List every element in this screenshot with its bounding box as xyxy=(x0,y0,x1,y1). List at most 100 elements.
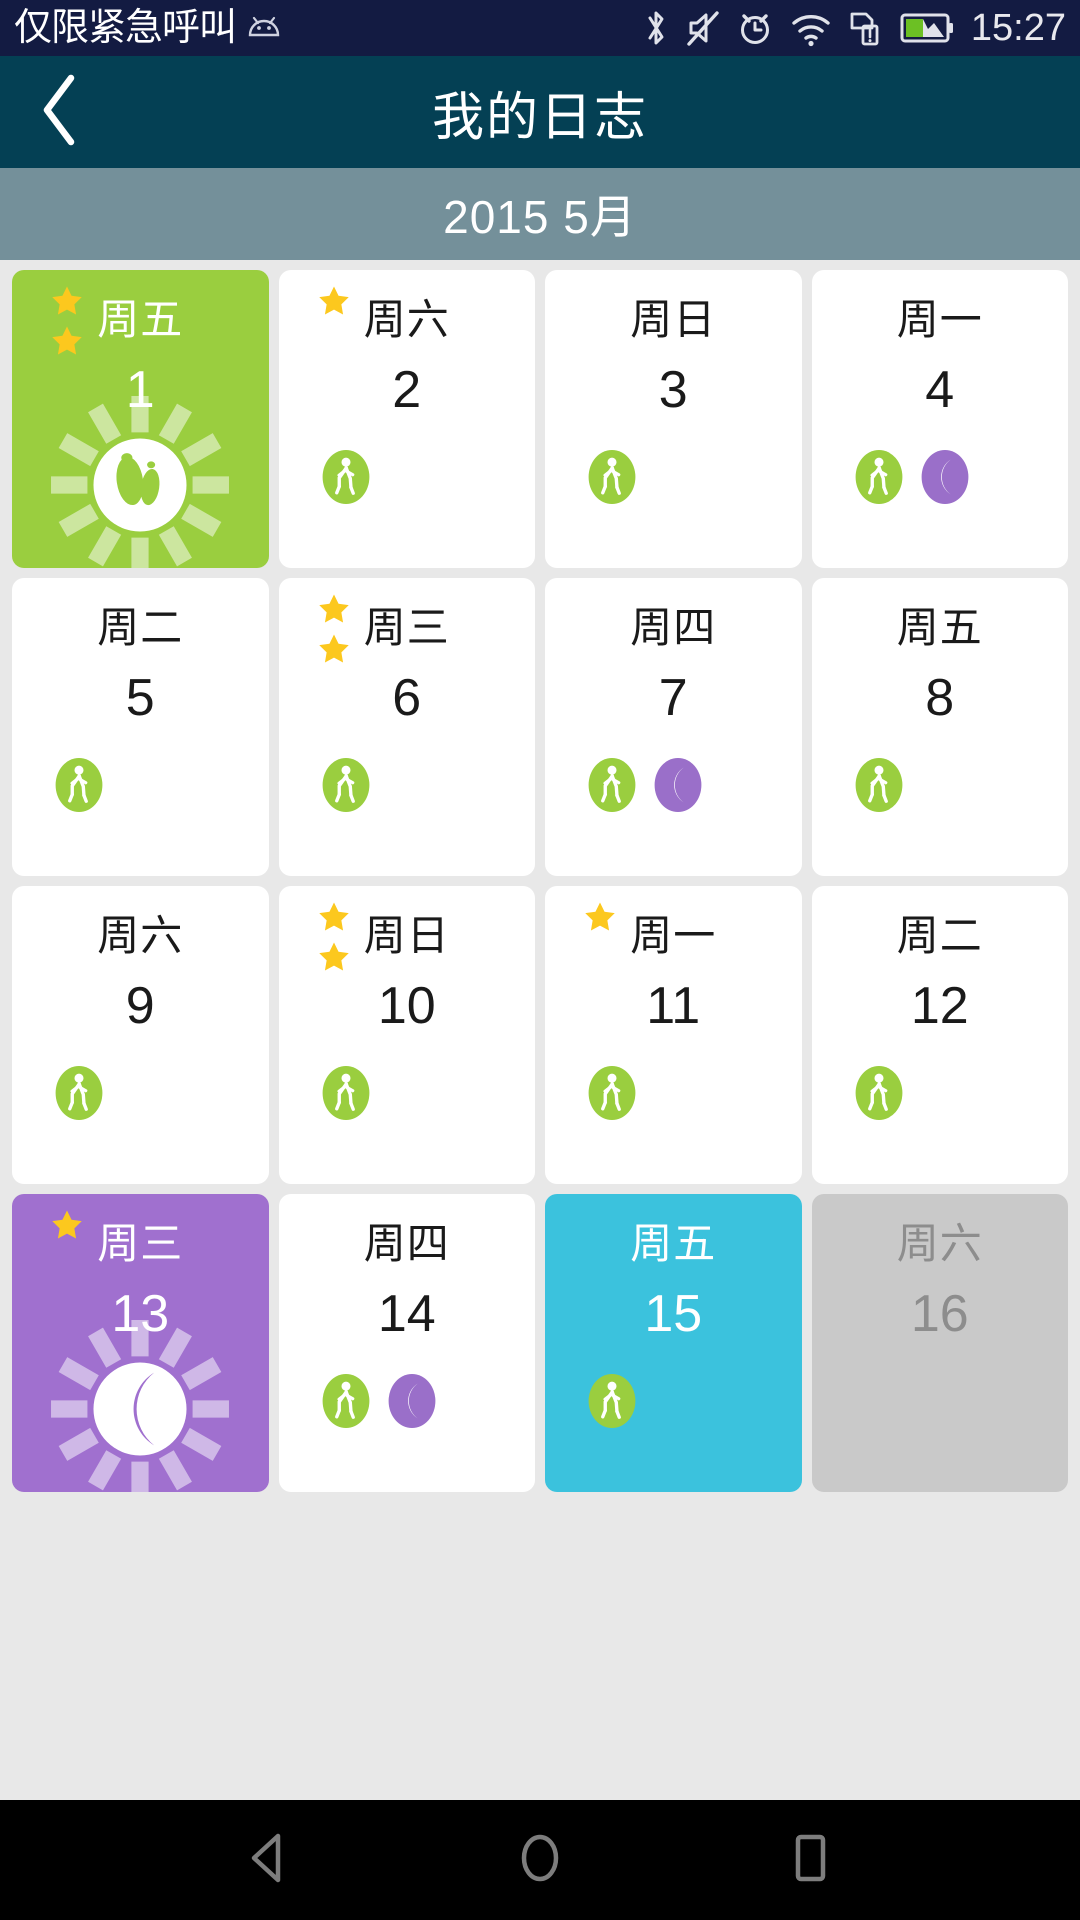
star-icon xyxy=(585,902,615,931)
day-card[interactable]: 周日 3 xyxy=(545,270,802,568)
star-icon xyxy=(318,594,349,623)
nav-home-button[interactable] xyxy=(480,1800,600,1920)
month-bar[interactable]: 2015 5月 xyxy=(0,168,1080,260)
weekday-label: 周日 xyxy=(363,911,450,959)
activity-badges xyxy=(279,1372,536,1430)
weekday-label: 周一 xyxy=(630,911,717,959)
walk-badge-icon xyxy=(588,1374,636,1428)
day-card-header: 周六 xyxy=(812,1194,1069,1286)
day-card[interactable]: 周一 11 xyxy=(545,886,802,1184)
day-card[interactable]: 周五 8 xyxy=(811,578,1069,876)
status-clock: 15:27 xyxy=(970,7,1066,49)
day-card-header: 周五 xyxy=(812,578,1069,670)
weekday-label: 周六 xyxy=(896,1219,983,1267)
back-button[interactable] xyxy=(0,56,120,168)
star-rating xyxy=(317,284,351,318)
day-card-header: 周五 xyxy=(545,1194,802,1286)
day-card[interactable]: 周四 7 xyxy=(545,578,802,876)
walk-badge-icon xyxy=(322,758,369,812)
walk-badge-icon xyxy=(55,1066,103,1120)
day-card[interactable]: 周六 2 xyxy=(278,270,536,568)
weekday-label: 周五 xyxy=(630,1219,717,1267)
walk-badge-icon xyxy=(322,450,369,504)
activity-badges xyxy=(279,756,536,814)
moon-badge-icon xyxy=(654,758,702,812)
day-card-header: 周六 xyxy=(12,886,269,978)
walk-badge-icon xyxy=(322,1374,369,1428)
star-icon xyxy=(318,286,349,315)
day-card-header: 周日 xyxy=(279,886,536,978)
walk-badge-icon xyxy=(855,758,902,812)
weekday-label: 周三 xyxy=(97,1219,184,1267)
day-number: 9 xyxy=(125,977,155,1035)
weekday-label: 周六 xyxy=(363,295,450,343)
star-icon xyxy=(318,902,349,931)
footprint-hero-icon xyxy=(51,396,230,568)
day-card-header: 周三 xyxy=(279,578,536,670)
day-card-header: 周三 xyxy=(12,1194,269,1286)
weekday-label: 周二 xyxy=(896,911,983,959)
day-card-header: 周四 xyxy=(279,1194,536,1286)
weekday-label: 周五 xyxy=(97,295,184,343)
day-number: 8 xyxy=(925,669,955,727)
weekday-label: 周四 xyxy=(363,1219,450,1267)
activity-badges xyxy=(545,1372,802,1430)
star-icon xyxy=(52,1210,82,1239)
day-number: 16 xyxy=(910,1285,969,1343)
day-card[interactable]: 周五 15 xyxy=(545,1194,802,1492)
day-number: 6 xyxy=(392,669,422,727)
status-bar: 仅限紧急呼叫 15:27 xyxy=(0,0,1080,56)
day-card[interactable]: 周五 1 xyxy=(12,270,269,568)
activity-badges xyxy=(812,448,1069,506)
star-rating xyxy=(50,284,84,358)
star-rating xyxy=(50,1208,84,1242)
walk-badge-icon xyxy=(855,1066,902,1120)
android-icon xyxy=(246,15,282,41)
day-card[interactable]: 周日 10 xyxy=(278,886,536,1184)
chevron-left-icon xyxy=(37,72,83,153)
day-hero-illustration xyxy=(12,394,269,568)
battery-charging-icon xyxy=(900,11,954,45)
walk-badge-icon xyxy=(855,450,902,504)
walk-badge-icon xyxy=(588,1066,636,1120)
day-card-header: 周二 xyxy=(12,578,269,670)
day-card[interactable]: 周二 12 xyxy=(811,886,1068,1184)
star-icon xyxy=(52,286,82,315)
walk-badge-icon xyxy=(55,758,103,812)
calendar-grid: 周五 1 周六 2 周日 3 周一 4 周二 5 周三 6 周四 7 周五 8 周六 9 周日 10 周一 11 周二 12 周… xyxy=(0,260,1080,1840)
activity-badges xyxy=(545,448,802,506)
nav-recents-button[interactable] xyxy=(750,1800,870,1920)
activity-badges xyxy=(12,1064,269,1122)
system-navigation-bar xyxy=(0,1800,1080,1920)
day-number: 5 xyxy=(125,669,155,727)
day-card[interactable]: 周三 6 xyxy=(278,578,536,876)
day-card-header: 周四 xyxy=(545,578,802,670)
star-icon xyxy=(52,326,82,355)
day-card-header: 周一 xyxy=(545,886,802,978)
day-number: 3 xyxy=(658,361,688,419)
weekday-label: 周四 xyxy=(630,603,717,651)
activity-badges xyxy=(279,448,536,506)
day-card[interactable]: 周三 13 xyxy=(12,1194,269,1492)
day-card[interactable]: 周六 16 xyxy=(811,1194,1069,1492)
moon-badge-icon xyxy=(921,450,968,504)
activity-badges xyxy=(545,756,802,814)
day-number: 2 xyxy=(392,361,422,419)
weekday-label: 周三 xyxy=(363,603,450,651)
nav-back-button[interactable] xyxy=(210,1800,330,1920)
star-rating xyxy=(583,900,617,934)
day-card[interactable]: 周一 4 xyxy=(811,270,1069,568)
moon-badge-icon xyxy=(388,1374,435,1428)
star-rating xyxy=(317,592,351,666)
day-card-header: 周日 xyxy=(545,270,802,362)
weekday-label: 周六 xyxy=(97,911,184,959)
bluetooth-icon xyxy=(643,8,669,48)
star-icon xyxy=(318,942,349,971)
day-card[interactable]: 周六 9 xyxy=(12,886,269,1184)
activity-badges xyxy=(545,1064,802,1122)
weekday-label: 周日 xyxy=(630,295,717,343)
day-card[interactable]: 周二 5 xyxy=(12,578,269,876)
month-label: 2015 5月 xyxy=(443,191,637,243)
home-circle-icon xyxy=(514,1828,566,1893)
day-card[interactable]: 周四 14 xyxy=(278,1194,536,1492)
